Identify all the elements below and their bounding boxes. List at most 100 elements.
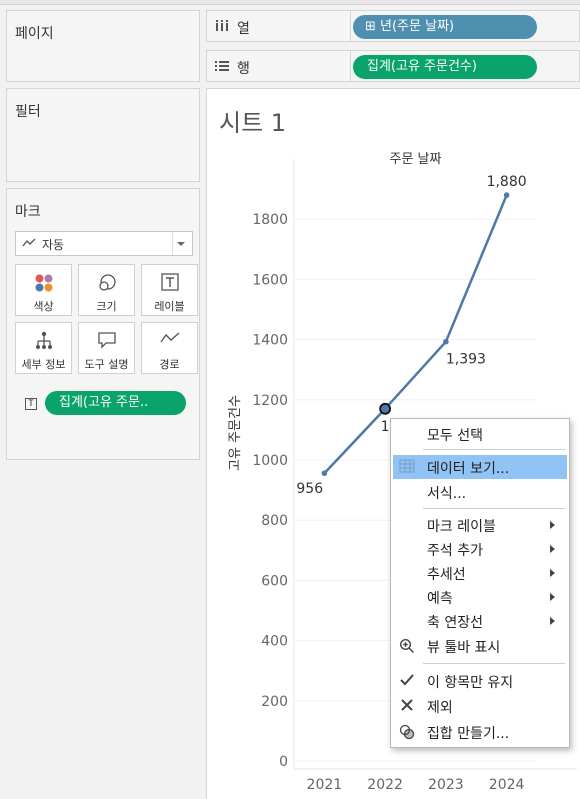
x-tick-label: 2021: [307, 777, 343, 793]
detail-button-label: 세부 정보: [21, 358, 66, 371]
column-header-title: 주문 날짜: [390, 152, 442, 167]
y-tick-label: 200: [261, 694, 288, 710]
data-label: 1,393: [446, 352, 486, 368]
label-button-label: 레이블: [154, 300, 185, 313]
menu-item-trend-lines[interactable]: 추세선: [393, 561, 567, 585]
pages-title: 페이지: [15, 26, 54, 42]
tooltip-button-label: 도구 설명: [84, 358, 129, 371]
text-encoding-icon: T: [25, 398, 37, 410]
data-label: 956: [296, 481, 323, 497]
submenu-arrow-icon: [550, 593, 555, 601]
data-point: [503, 192, 510, 198]
detail-hierarchy-icon: [35, 331, 52, 349]
menu-separator: [423, 449, 565, 450]
speech-bubble-icon: [97, 332, 116, 349]
rows-label: 행: [237, 61, 250, 77]
menu-separator: [423, 663, 565, 664]
menu-item-label: 제외: [427, 700, 453, 716]
menu-item-mark-labels[interactable]: 마크 레이블: [393, 513, 567, 537]
shelf-divider: [350, 51, 351, 81]
submenu-arrow-icon: [550, 521, 555, 529]
size-circles-icon: [98, 274, 116, 291]
y-tick-label: 1000: [252, 453, 288, 469]
mark-type-label: 자동: [42, 238, 65, 252]
detail-button[interactable]: 세부 정보: [15, 322, 72, 374]
data-label: 1,880: [487, 174, 527, 190]
path-button-label: 경로: [159, 358, 180, 371]
y-tick-label: 1600: [252, 272, 288, 288]
y-tick-label: 0: [279, 754, 288, 770]
y-tick-label: 1800: [252, 212, 288, 228]
menu-item-axis-extension[interactable]: 축 연장선: [393, 609, 567, 633]
menu-separator: [423, 508, 565, 509]
menu-item-keep-only[interactable]: 이 항목만 유지: [393, 669, 567, 693]
menu-item-forecast[interactable]: 예측: [393, 585, 567, 609]
data-point: [443, 338, 449, 345]
path-line-icon: [159, 332, 179, 343]
submenu-arrow-icon: [550, 545, 555, 553]
submenu-arrow-icon: [550, 569, 555, 577]
menu-item-label: 추세선: [427, 567, 466, 583]
rows-shelf: 행 집계(고유 주문건수): [206, 50, 580, 82]
y-axis-label: 고유 주문건수: [228, 395, 243, 471]
x-tick-label: 2024: [489, 777, 525, 793]
filters-title: 필터: [15, 104, 41, 120]
menu-item-exclude[interactable]: 제외: [393, 694, 567, 718]
top-toolbar-strip: [0, 0, 580, 5]
menu-item-create-set[interactable]: 집합 만들기...: [393, 720, 567, 744]
y-tick-label: 1200: [252, 393, 288, 409]
menu-item-show-view-toolbar[interactable]: 뷰 툴바 표시: [393, 634, 567, 658]
menu-item-label: 예측: [427, 591, 453, 607]
pages-panel[interactable]: 페이지: [6, 10, 200, 82]
path-button[interactable]: 경로: [141, 322, 198, 374]
menu-item-label: 서식...: [427, 486, 467, 502]
mark-type-dropdown[interactable]: 자동: [15, 231, 193, 256]
selected-data-point: [379, 402, 392, 415]
submenu-arrow-icon: [550, 617, 555, 625]
y-tick-label: 1400: [252, 333, 288, 349]
menu-item-label: 모두 선택: [427, 428, 483, 444]
color-button-label: 색상: [33, 300, 54, 313]
menu-item-label: 마크 레이블: [427, 519, 496, 535]
menu-item-view-data[interactable]: 데이터 보기...: [393, 455, 567, 479]
rows-measure-pill[interactable]: 집계(고유 주문건수): [353, 55, 537, 79]
size-button[interactable]: 크기: [78, 264, 135, 316]
text-label-icon: [160, 273, 179, 291]
columns-label: 열: [237, 21, 250, 37]
menu-item-format[interactable]: 서식...: [393, 480, 567, 504]
zoom-in-icon: [399, 638, 415, 654]
tooltip-button[interactable]: 도구 설명: [78, 322, 135, 374]
mark-field-row: T 집계(고유 주문..: [15, 391, 193, 415]
color-button[interactable]: 색상: [15, 264, 72, 316]
set-circles-icon: [399, 724, 415, 740]
data-grid-icon: [399, 459, 415, 473]
menu-item-select-all[interactable]: 모두 선택: [393, 422, 567, 446]
context-menu: 모두 선택 데이터 보기... 서식... 마크 레이블 주석 추가 추세선 예…: [390, 418, 570, 748]
x-tick-label: 2022: [367, 777, 403, 793]
data-label: 1: [381, 419, 390, 435]
menu-item-annotate[interactable]: 주석 추가: [393, 537, 567, 561]
columns-year-pill[interactable]: ⊞ 년(주문 날짜): [353, 15, 537, 39]
y-tick-label: 600: [261, 573, 288, 589]
shelf-divider: [350, 11, 351, 41]
menu-item-label: 축 연장선: [427, 615, 483, 631]
x-tick-label: 2023: [428, 777, 464, 793]
label-button[interactable]: 레이블: [141, 264, 198, 316]
mark-measure-pill[interactable]: 집계(고유 주문..: [45, 391, 186, 415]
menu-item-label: 이 항목만 유지: [427, 675, 514, 691]
marks-title: 마크: [15, 204, 41, 220]
checkmark-icon: [400, 674, 414, 686]
sheet-title: 시트 1: [219, 109, 287, 137]
y-tick-label: 800: [261, 513, 288, 529]
marks-panel: 마크 자동 색상 크기 레이블 세부 정보 도구 설명 경로 T 집계(고유 주…: [6, 188, 200, 460]
data-point: [321, 470, 328, 477]
y-tick-label: 400: [261, 634, 288, 650]
menu-item-label: 집합 만들기...: [427, 726, 510, 742]
menu-item-label: 뷰 툴바 표시: [427, 640, 501, 656]
color-palette-icon: [35, 274, 52, 292]
columns-icon: [216, 20, 228, 31]
chevron-down-icon[interactable]: [172, 232, 188, 255]
columns-shelf: 열 ⊞ 년(주문 날짜): [206, 10, 580, 42]
menu-item-label: 데이터 보기...: [427, 461, 510, 477]
filters-panel[interactable]: 필터: [6, 88, 200, 182]
